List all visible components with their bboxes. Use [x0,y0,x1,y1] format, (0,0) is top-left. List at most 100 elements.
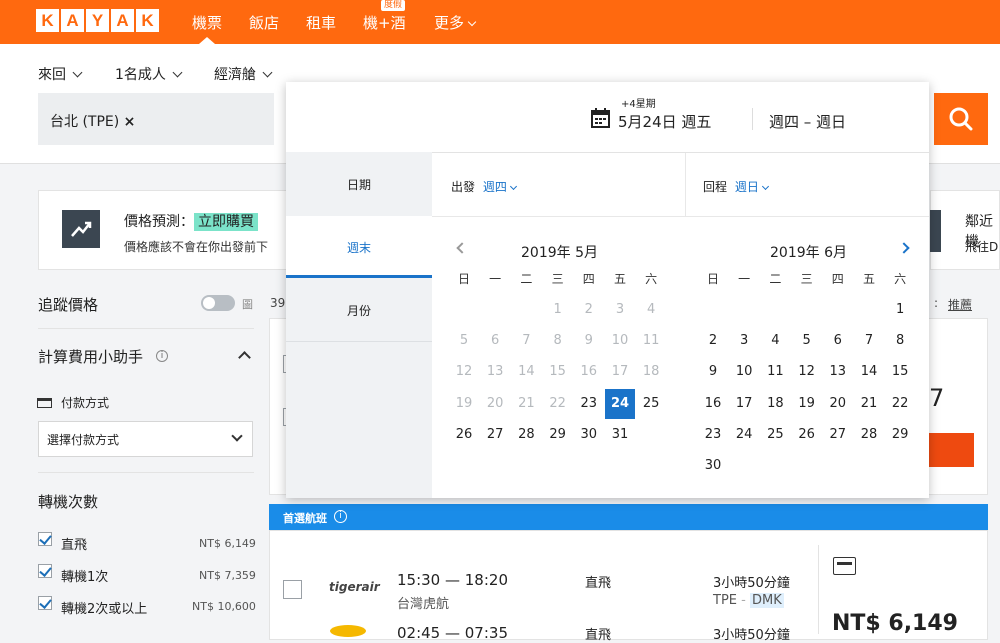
calendar-day[interactable]: 27 [823,420,853,450]
calendar-day[interactable]: 1 [885,295,915,325]
track-price-toggle[interactable] [201,295,235,311]
nav-more[interactable]: 更多 [434,12,477,33]
calendar-day[interactable]: 10 [729,357,759,387]
calendar-day[interactable]: 22 [885,389,915,419]
calendar-day[interactable]: 27 [480,420,510,450]
flight1-stops: 直飛 [585,576,612,591]
card-icon [833,557,856,575]
calendar-day[interactable]: 6 [823,326,853,356]
cabin-label: 經濟艙 [214,67,256,83]
return-day: 週日 [734,180,759,194]
calendar-day[interactable]: 17 [729,389,759,419]
nearby-sub: 飛往D [965,240,999,254]
tab-dates[interactable]: 日期 [286,176,432,193]
search-button[interactable] [934,93,988,145]
chevron-down-icon [172,67,183,78]
calendar-day[interactable]: 29 [885,420,915,450]
tab-months[interactable]: 月份 [286,302,432,319]
calendar-day[interactable]: 8 [885,326,915,356]
stops-price-one: NT$ 7,359 [199,569,256,582]
fee-helper-title: 計算費用小助手 [38,348,144,366]
calendar-day[interactable]: 24 [605,388,635,419]
tab-weekends[interactable]: 週末 [286,239,432,256]
forecast-title-text: 價格預測： [124,214,194,230]
calendar-day[interactable]: 14 [854,357,884,387]
weekday-header: 四 [831,272,844,286]
weekday-header: 一 [489,272,502,286]
flight1-route: TPE - DMK [713,593,784,608]
remove-origin-icon[interactable]: × [124,114,136,130]
sort-dropdown[interactable]: 推薦 [948,296,972,313]
calendar-day: 19 [455,395,473,411]
calendar-icon [591,108,610,128]
calendar-day[interactable]: 25 [636,389,666,419]
trip-type-dropdown[interactable]: 來回 [38,64,83,84]
calendar-day[interactable]: 5 [792,326,822,356]
travelers-dropdown[interactable]: 1名成人 [115,64,183,84]
nav-hotels[interactable]: 飯店 [249,12,279,33]
calendar-day[interactable]: 19 [792,389,822,419]
calendar-day[interactable]: 30 [574,420,604,450]
flight1-from: TPE [713,593,737,608]
calendar-day[interactable]: 26 [792,420,822,450]
logo-letter: A [111,9,134,32]
calendar-day[interactable]: 3 [729,326,759,356]
chevron-down-icon [509,182,517,191]
calendar-day[interactable]: 23 [698,420,728,450]
calendar-day[interactable]: 25 [760,420,790,450]
calendar-day: 2 [584,302,593,317]
chevron-down-icon [467,17,477,27]
weekday-header: 四 [582,272,595,286]
calendar-day[interactable]: 13 [823,357,853,387]
calendar-day[interactable]: 24 [729,420,759,450]
featured-header [269,504,988,530]
calendar-day[interactable]: 28 [854,420,884,450]
calendar-day[interactable]: 23 [574,389,604,419]
calendar-day[interactable]: 26 [449,420,479,450]
cabin-dropdown[interactable]: 經濟艙 [214,64,273,84]
calendar-day[interactable]: 12 [792,357,822,387]
calendar-day[interactable]: 4 [760,326,790,356]
info-icon[interactable]: i [156,350,168,362]
calendar-day: 7 [522,333,531,349]
calendar-day[interactable]: 15 [885,357,915,387]
calendar-day[interactable]: 28 [511,420,541,450]
calendar-day[interactable]: 29 [543,420,573,450]
weekday-header: 六 [645,272,658,286]
nav-packages[interactable]: 機+酒 [363,12,406,33]
kayak-logo[interactable]: KAYAK [36,9,159,32]
stops-checkbox-two[interactable] [38,596,52,610]
stops-checkbox-one[interactable] [38,564,52,578]
weekday-header: 五 [862,272,875,286]
calendar-day[interactable]: 7 [854,326,884,356]
weekday-header: 二 [520,272,533,286]
nav-flights[interactable]: 機票 [192,12,222,33]
return-day-selector[interactable]: 回程 週日 [703,178,769,195]
stops-checkbox-nonstop[interactable] [38,532,52,546]
calendar-day[interactable]: 16 [698,389,728,419]
depart-date-display[interactable]: 5月24日 週五 [618,111,711,132]
weekday-header: 日 [706,272,719,286]
view-deal-button[interactable] [929,433,974,467]
depart-day-selector[interactable]: 出發 週四 [451,178,517,195]
calendar-day[interactable]: 21 [854,389,884,419]
calendar-day[interactable]: 9 [698,357,728,387]
active-nav-indicator [199,37,215,44]
calendar-day[interactable]: 2 [698,326,728,356]
trend-up-icon [62,210,100,248]
nav-cars[interactable]: 租車 [306,12,336,33]
sort-prefix: : [934,296,939,310]
chevron-up-icon[interactable] [238,351,251,364]
info-icon[interactable]: i [334,510,347,523]
track-price-label: 追蹤價格 [38,296,99,314]
calendar-day[interactable]: 18 [760,389,790,419]
weekend-range-display[interactable]: 週四 – 週日 [769,111,846,132]
calendar-day[interactable]: 20 [823,389,853,419]
calendar-day[interactable]: 31 [605,420,635,450]
weekday-header: 六 [894,272,907,286]
calendar-day: 22 [549,395,566,411]
divider [38,472,254,473]
calendar-day[interactable]: 30 [698,451,728,481]
featured-checkbox[interactable] [283,580,302,599]
calendar-day[interactable]: 11 [760,357,790,387]
